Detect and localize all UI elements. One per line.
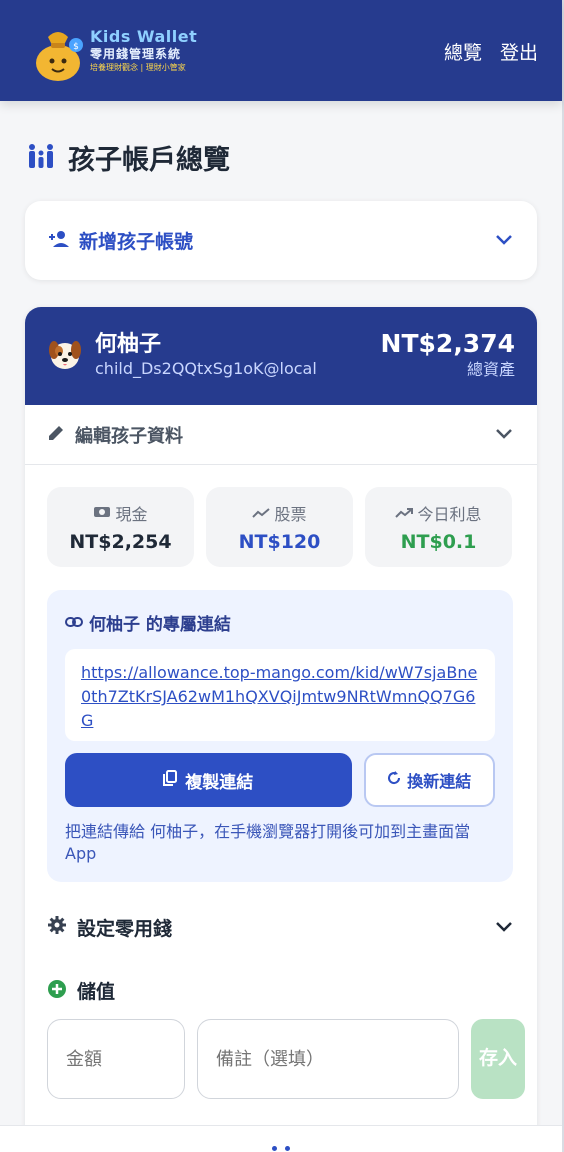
note-input[interactable]	[197, 1019, 459, 1099]
child-card: 何柚子 child_Ds2QQtxSg1oK@local NT$2,374 總資…	[25, 307, 537, 1152]
plus-circle-icon	[47, 979, 67, 1003]
stat-interest: 今日利息 NT$0.1	[365, 487, 512, 567]
total-assets: NT$2,374 總資產	[381, 329, 515, 381]
copy-link-label: 複製連結	[185, 772, 254, 792]
bottom-bar	[0, 1125, 562, 1152]
trend-icon	[252, 504, 271, 523]
refresh-icon	[387, 770, 401, 790]
family-icon	[26, 141, 56, 175]
stat-interest-value: NT$0.1	[400, 531, 477, 553]
deposit-button[interactable]: 存入	[471, 1019, 525, 1099]
chevron-down-icon[interactable]	[495, 425, 513, 444]
add-child-label: 新增孩子帳號	[79, 231, 194, 253]
child-email: child_Ds2QQtxSg1oK@local	[95, 359, 317, 378]
nav-logout-link[interactable]: 登出	[500, 38, 538, 65]
cash-icon	[93, 504, 111, 523]
stat-cash-label: 現金	[115, 505, 148, 524]
stat-stock-value: NT$120	[238, 531, 321, 553]
page-title: 孩子帳戶總覽	[26, 138, 230, 177]
pencil-icon	[47, 424, 65, 446]
app-header: $ Kids Wallet 零用錢管理系統 培養理財觀念 | 理財小管家 總覽 …	[0, 0, 562, 101]
logo[interactable]: $ Kids Wallet 零用錢管理系統 培養理財觀念 | 理財小管家	[30, 19, 197, 83]
logo-tagline: 培養理財觀念 | 理財小管家	[90, 62, 186, 72]
stats-row: 現金 NT$2,254 股票 NT$120 今日利息 NT$0.1	[47, 487, 512, 567]
deposit-inputs	[47, 1019, 459, 1099]
edit-child-accordion[interactable]: 編輯孩子資料	[25, 405, 537, 465]
add-child-accordion[interactable]: 新增孩子帳號	[25, 201, 537, 280]
url-box: https://allowance.top-mango.com/kid/wW7s…	[65, 649, 495, 741]
edit-child-label: 編輯孩子資料	[75, 425, 183, 447]
child-header: 何柚子 child_Ds2QQtxSg1oK@local NT$2,374 總資…	[25, 307, 537, 405]
logo-subtitle: 零用錢管理系統	[90, 46, 182, 61]
child-name: 何柚子	[95, 332, 162, 357]
page-title-text: 孩子帳戶總覽	[68, 145, 230, 176]
top-nav: 總覽 登出	[444, 38, 538, 65]
stat-stock-label: 股票	[274, 505, 307, 524]
total-assets-label: 總資產	[466, 360, 515, 379]
add-person-icon	[47, 230, 69, 252]
deposit-section-title: 儲值	[47, 977, 115, 1004]
renew-link-button[interactable]: 換新連結	[363, 753, 495, 807]
personal-link-panel: 何柚子 的專屬連結 https://allowance.top-mango.co…	[47, 590, 513, 882]
renew-link-label: 換新連結	[407, 774, 472, 791]
personal-link-url[interactable]: https://allowance.top-mango.com/kid/wW7s…	[81, 663, 477, 730]
gear-icon	[47, 915, 67, 939]
logo-title: Kids Wallet	[90, 26, 198, 46]
stat-interest-label: 今日利息	[417, 505, 482, 524]
total-assets-amount: NT$2,374	[380, 329, 515, 358]
link-hint: 把連結傳給 何柚子，在手機瀏覽器打開後可加到主畫面當 App	[65, 822, 471, 863]
copy-link-button[interactable]: 複製連結	[65, 753, 352, 807]
link-icon	[65, 613, 83, 633]
dog-avatar-icon	[47, 336, 83, 376]
link-title: 何柚子 的專屬連結	[89, 615, 231, 635]
stat-cash: 現金 NT$2,254	[47, 487, 194, 567]
more-dots-icon[interactable]	[272, 1146, 290, 1151]
chevron-down-icon[interactable]	[495, 918, 513, 937]
money-bag-icon: $	[30, 19, 86, 83]
allowance-settings-accordion[interactable]: 設定零用錢	[47, 912, 513, 942]
nav-overview-link[interactable]: 總覽	[444, 38, 482, 65]
svg-text:$: $	[73, 42, 79, 52]
stat-stock: 股票 NT$120	[206, 487, 353, 567]
copy-icon	[163, 769, 178, 791]
chevron-down-icon[interactable]	[495, 231, 513, 250]
amount-input[interactable]	[47, 1019, 185, 1099]
stat-cash-value: NT$2,254	[69, 531, 172, 553]
allowance-settings-label: 設定零用錢	[77, 917, 173, 940]
trend-up-icon	[395, 504, 414, 523]
deposit-label: 儲值	[77, 981, 116, 1003]
